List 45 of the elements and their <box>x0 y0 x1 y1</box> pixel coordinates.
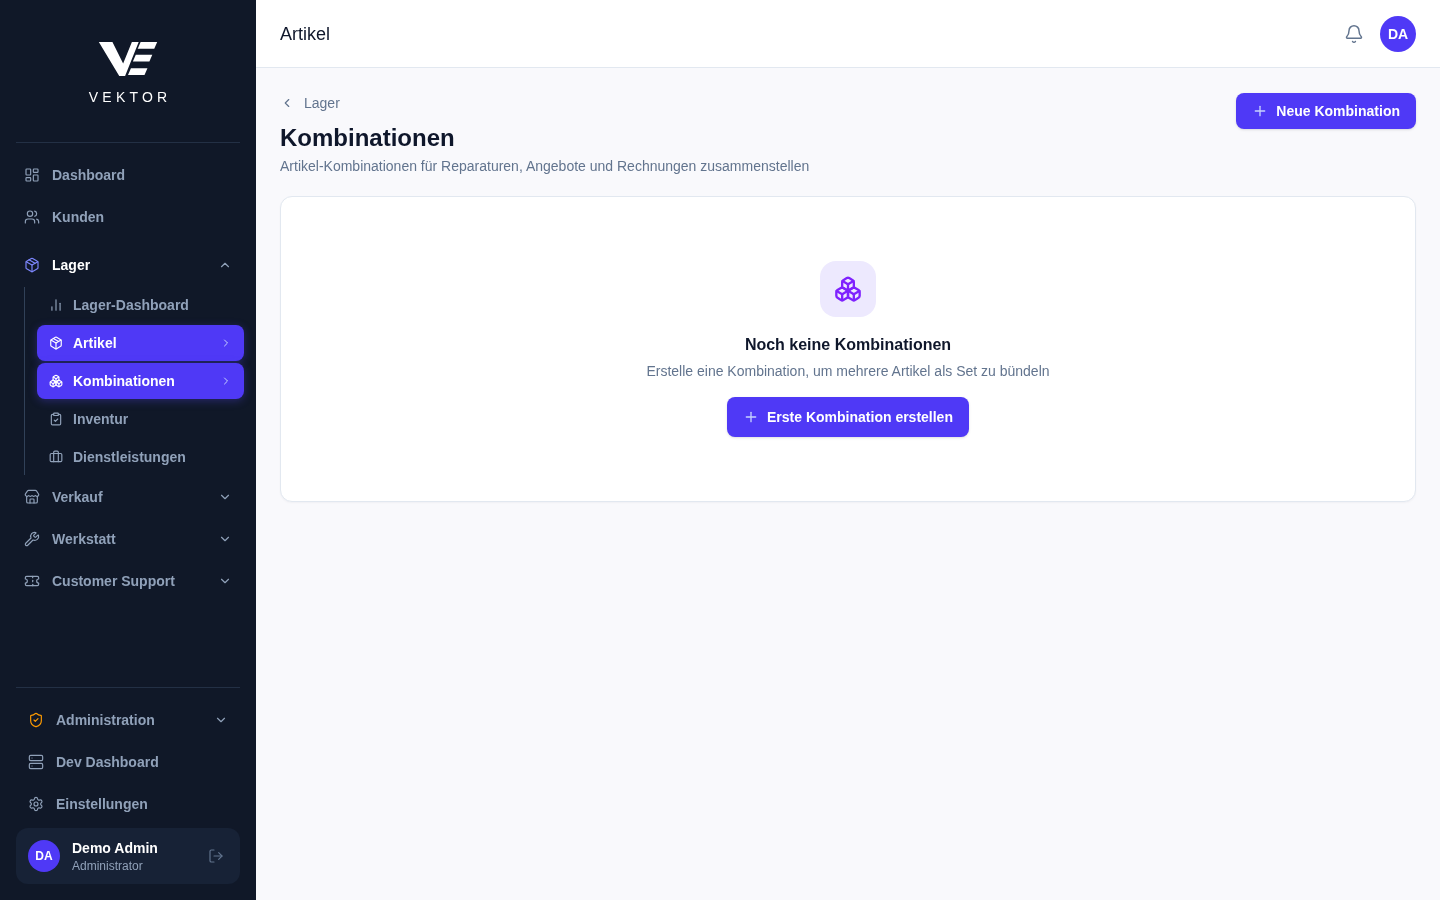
page-title: Kombinationen <box>280 123 455 153</box>
header-title: Artikel <box>280 22 330 46</box>
layout-grid-icon <box>24 167 40 183</box>
notification-bell-icon[interactable] <box>1344 23 1364 44</box>
nav-subitem[interactable]: Dienstleistungen <box>37 439 244 475</box>
nav-item[interactable]: Verkauf <box>16 477 240 517</box>
shield-check-icon <box>28 712 44 728</box>
nav-item[interactable]: Einstellungen <box>16 784 240 824</box>
nav-item[interactable]: Dashboard <box>16 155 240 195</box>
user-name: Demo Admin <box>72 839 158 858</box>
new-combination-button[interactable]: Neue Kombination <box>1236 93 1416 129</box>
ticket-icon <box>24 573 40 589</box>
nav-item[interactable]: Lager <box>16 245 240 285</box>
nav-item[interactable]: Kunden <box>16 197 240 237</box>
boxes-icon <box>49 374 63 388</box>
nav-item[interactable]: Werkstatt <box>16 519 240 559</box>
empty-state-title: Noch keine Kombinationen <box>744 335 952 355</box>
logo-icon <box>98 42 158 77</box>
create-first-combination-button[interactable]: Erste Kombination erstellen <box>727 397 969 437</box>
store-icon <box>24 489 40 505</box>
logo-wordmark: VEKTOR <box>87 88 172 107</box>
page-subtitle: Artikel-Kombinationen für Reparaturen, Angebote und Rechnungen zusammenstellen <box>280 157 810 176</box>
nav-item[interactable]: Dev Dashboard <box>16 742 240 782</box>
logout-icon[interactable] <box>208 848 224 864</box>
nav-item[interactable]: Administration <box>16 700 240 740</box>
box-icon <box>49 336 63 350</box>
user-role: Administrator <box>72 858 143 874</box>
server-icon <box>28 754 44 770</box>
nav-subitem[interactable]: Lager-Dashboard <box>37 287 244 323</box>
empty-state-text: Erstelle eine Kombination, um mehrere Artikel als Set zu bündeln <box>646 362 1050 381</box>
wrench-icon <box>24 531 40 547</box>
boxes-icon <box>820 261 876 317</box>
nav-subitem[interactable]: Artikel <box>37 325 244 361</box>
bar-chart-icon <box>49 298 63 312</box>
user-avatar[interactable]: DA <box>1380 15 1416 52</box>
nav-subitem[interactable]: Kombinationen <box>37 363 244 399</box>
briefcase-icon <box>49 450 63 464</box>
nav-item[interactable]: Customer Support <box>16 561 240 601</box>
nav-subitem[interactable]: Inventur <box>37 401 244 437</box>
clipboard-check-icon <box>49 412 63 426</box>
breadcrumb-link[interactable]: Lager <box>280 92 340 114</box>
users-icon <box>24 209 40 225</box>
settings-icon <box>28 796 44 812</box>
box-icon <box>24 257 40 273</box>
user-avatar[interactable]: DA <box>28 840 60 872</box>
